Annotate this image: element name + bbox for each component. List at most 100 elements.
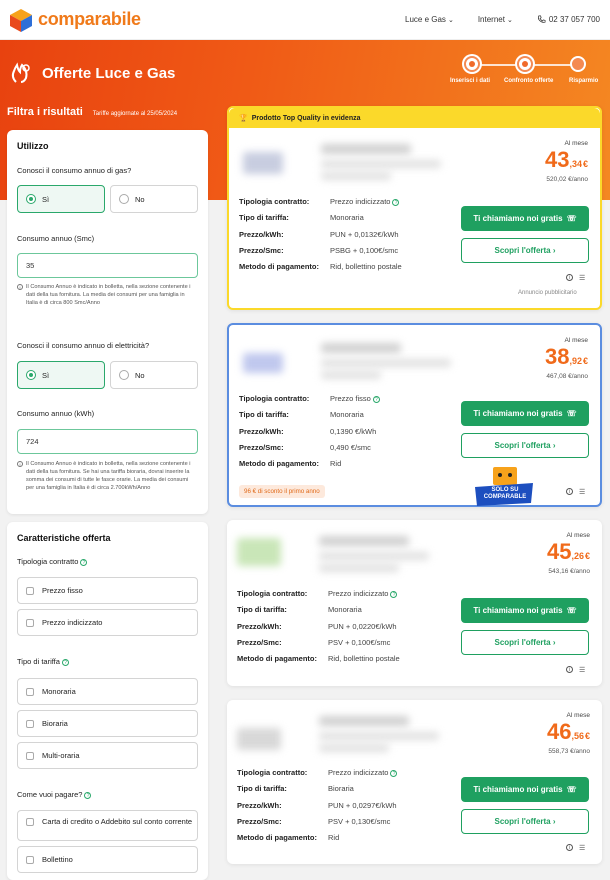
- provider-logo: [243, 152, 283, 174]
- contract-type-text: Tipologia contratto: [17, 557, 79, 566]
- price-currency: €: [582, 159, 588, 169]
- spec-contract: Prezzo fisso: [330, 394, 371, 403]
- info-icon[interactable]: i: [566, 666, 573, 673]
- call-me-label: Ti chiamiamo noi gratis: [473, 214, 563, 223]
- electric-note: i Il Consumo Annuo è indicato in bolletta…: [17, 460, 195, 492]
- help-icon[interactable]: ?: [390, 769, 398, 777]
- spec-key: Metodo di pagamento:: [239, 459, 319, 469]
- multioraria-checkbox[interactable]: Multi-oraria: [17, 742, 198, 769]
- list-icon[interactable]: ☰: [579, 844, 585, 852]
- spec-key: Tipo di tariffa:: [237, 784, 287, 794]
- list-icon[interactable]: ☰: [579, 488, 585, 496]
- electric-consumption-input[interactable]: 724: [17, 429, 198, 454]
- spec-contract: Prezzo indicizzato: [330, 197, 391, 206]
- offer-desc-blurred: [321, 160, 441, 168]
- call-me-button[interactable]: Ti chiamiamo noi gratis ☏: [461, 401, 589, 426]
- help-icon[interactable]: ?: [80, 558, 88, 566]
- spec-payment: Rid, bollettino postale: [328, 654, 400, 664]
- spec-key: Tipo di tariffa:: [237, 605, 287, 615]
- spec-tariff: Monoraria: [330, 410, 364, 420]
- spec-payment: Rid: [328, 833, 340, 843]
- spec-key: Prezzo/kWh:: [239, 426, 284, 436]
- offer-card: Al mese 45,26€ 543,16 €/anno Tipologia c…: [227, 520, 602, 686]
- tariff-type-label: Tipo di tariffa?: [17, 657, 69, 666]
- phone-link[interactable]: 02 37 057 700: [537, 15, 600, 24]
- per-month-label: Al mese: [566, 532, 590, 539]
- discover-label: Scopri l'offerta: [494, 638, 551, 647]
- price-decimal: ,34: [569, 159, 582, 169]
- offer-name-blurred: [319, 536, 409, 546]
- indexed-price-checkbox[interactable]: Prezzo indicizzato: [17, 609, 198, 636]
- list-icon[interactable]: ☰: [579, 274, 585, 282]
- call-me-button[interactable]: Ti chiamiamo noi gratis ☏: [461, 777, 589, 802]
- gas-yes-option[interactable]: Sì: [17, 185, 105, 213]
- gas-note: i Il Consumo Annuo è indicato in bolletta…: [17, 283, 195, 307]
- info-icon[interactable]: i: [566, 488, 573, 495]
- help-icon[interactable]: ?: [61, 658, 69, 666]
- featured-band: 🏆 Prodotto Top Quality in evidenza: [229, 108, 600, 128]
- exclusive-label: SOLO SU COMPARABLE: [483, 487, 527, 500]
- spec-smc: PSV + 0,130€/smc: [328, 816, 391, 826]
- spec-key: Tipologia contratto:: [237, 589, 308, 598]
- monoraria-checkbox[interactable]: Monoraria: [17, 678, 198, 705]
- discover-offer-button[interactable]: Scopri l'offerta ›: [461, 630, 589, 655]
- gas-no-option[interactable]: No: [110, 185, 198, 213]
- provider-logo: [237, 538, 281, 566]
- help-icon[interactable]: ?: [372, 395, 380, 403]
- spec-payment: Rid, bollettino postale: [330, 262, 402, 272]
- price-integer: 46: [546, 719, 572, 744]
- bioraria-label: Bioraria: [42, 719, 68, 728]
- price-year: 558,73 €/anno: [548, 748, 590, 755]
- features-title: Caratteristiche offerta: [17, 533, 111, 543]
- spec-key: Tipo di tariffa:: [239, 213, 289, 223]
- spec-tariff: Monoraria: [330, 213, 364, 223]
- offer-desc-blurred: [319, 732, 439, 740]
- call-me-button[interactable]: Ti chiamiamo noi gratis ☏: [461, 206, 589, 231]
- discover-offer-button[interactable]: Scopri l'offerta ›: [461, 433, 589, 458]
- hero-title: Offerte Luce e Gas: [42, 64, 176, 82]
- phone-icon: [537, 15, 546, 23]
- spec-key: Metodo di pagamento:: [237, 833, 317, 843]
- call-me-button[interactable]: Ti chiamiamo noi gratis ☏: [461, 598, 589, 623]
- step-1-label: Inserisci i dati: [450, 78, 491, 84]
- offer-desc-blurred: [321, 359, 451, 367]
- spec-kwh: PUN + 0,0132€/kWh: [330, 229, 399, 239]
- electric-yes-option[interactable]: Sì: [17, 361, 105, 389]
- price-currency: €: [582, 356, 588, 366]
- price-integer: 38: [544, 344, 570, 369]
- gas-no-label: No: [135, 194, 145, 204]
- logo[interactable]: comparabile: [8, 7, 141, 33]
- offer-specs: Tipologia contratto: Prezzo indicizzato? …: [237, 765, 398, 846]
- gas-question: Conosci il consumo annuo di gas?: [17, 166, 132, 175]
- spec-kwh: PUN + 0,0297€/kWh: [328, 800, 397, 810]
- card-payment-checkbox[interactable]: Carta di credito o Addebito sul conto co…: [17, 810, 198, 841]
- price-integer: 45: [546, 539, 572, 564]
- electric-no-option[interactable]: No: [110, 361, 198, 389]
- discount-badge: 96 € di sconto il primo anno: [239, 485, 325, 498]
- info-icon[interactable]: i: [566, 274, 573, 281]
- bioraria-checkbox[interactable]: Bioraria: [17, 710, 198, 737]
- chevron-down-icon: ⌄: [506, 16, 513, 24]
- gas-consumption-input[interactable]: 35: [17, 253, 198, 278]
- discover-offer-button[interactable]: Scopri l'offerta ›: [461, 238, 589, 263]
- progress-steps: Inserisci i dati Confronto offerte Rispa…: [450, 56, 600, 90]
- spec-kwh: PUN + 0,0220€/kWh: [328, 621, 397, 631]
- gas-note-text: Il Consumo Annuo è indicato in bolletta,…: [26, 284, 191, 307]
- bollettino-checkbox[interactable]: Bollettino: [17, 846, 198, 873]
- spec-tariff: Bioraria: [328, 784, 354, 794]
- nav-luce-gas[interactable]: Luce e Gas ⌄: [405, 15, 454, 24]
- help-icon[interactable]: ?: [392, 198, 400, 206]
- help-icon[interactable]: ?: [84, 791, 92, 799]
- info-icon[interactable]: i: [566, 844, 573, 851]
- nav-internet[interactable]: Internet ⌄: [478, 15, 513, 24]
- discover-offer-button[interactable]: Scopri l'offerta ›: [461, 809, 589, 834]
- offer-name-blurred: [319, 716, 409, 726]
- help-icon[interactable]: ?: [390, 590, 398, 598]
- price-decimal: ,56: [571, 731, 584, 741]
- phone-icon: ☏: [566, 214, 577, 223]
- fixed-price-checkbox[interactable]: Prezzo fisso: [17, 577, 198, 604]
- step-3-dot: [570, 56, 586, 72]
- brand-name: comparabile: [38, 9, 141, 29]
- list-icon[interactable]: ☰: [579, 666, 585, 674]
- spec-key: Prezzo/kWh:: [239, 229, 284, 239]
